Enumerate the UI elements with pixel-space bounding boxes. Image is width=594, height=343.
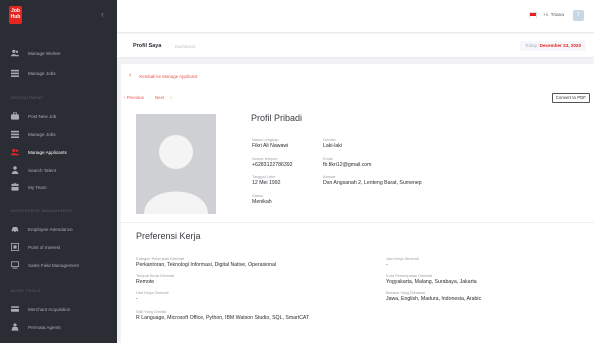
profile-photo [136, 114, 216, 214]
field-value-alamat: Dsn Angsanah 2, Lenteng Barat, Sumenep [323, 180, 422, 186]
field-value-kota: Yogyakarta, Malang, Surabaya, Jakarta [386, 279, 477, 285]
field-value-kategori: Perkantoran, Teknologi Informasi, Digita… [136, 262, 277, 268]
monitor-icon [10, 261, 19, 270]
map-pin-icon [10, 243, 19, 252]
profile-card: ‹ Kembali ke Manage Applicant ‹ Previous… [121, 64, 594, 343]
sidebar-item-point-of-interest[interactable]: Point of Interest [0, 241, 117, 253]
field-label: Alamat [323, 174, 336, 179]
field-label: Kategori Pekerjaan Diminati [136, 256, 185, 261]
avatar-placeholder-icon [136, 114, 216, 214]
field-value-nama: Fikri Ali Nawawi [252, 143, 289, 149]
next-button[interactable]: Next › [155, 95, 172, 100]
field-label: Jam Kerja Diminati [386, 256, 419, 261]
field-value-telepon: +6283122786392 [252, 162, 293, 168]
language-flag-icon[interactable] [529, 12, 537, 19]
date-value: December 23, 2020 [539, 43, 581, 48]
field-value-skill: R Language, Microsoft Office, Python, IB… [136, 315, 310, 321]
chevron-left-icon: ‹ [129, 72, 132, 79]
card-icon [10, 305, 19, 314]
field-value-gender: Laki-laki [323, 143, 343, 149]
sidebar-item-manage-jobs[interactable]: Manage Jobs [0, 67, 117, 79]
sub-header: Profil Saya Dashboard Today: December 23… [117, 34, 594, 58]
user-name: Triana [550, 13, 564, 18]
field-value-email: fb.fikri12@gmail.com [323, 162, 372, 168]
sidebar-section-more-tools: MORE TOOLS [11, 288, 41, 293]
field-value-jam: - [386, 262, 388, 268]
agent-icon [10, 323, 19, 332]
sidebar-item-post-new-job[interactable]: Post New Job [0, 110, 117, 122]
page-title: Profil Saya [133, 43, 162, 49]
sidebar-item-manage-jobs-2[interactable]: Manage Jobs [0, 128, 117, 140]
sidebar-item-label: Manage Worker [28, 50, 61, 56]
sidebar-item-label: Manage Applicants [28, 149, 67, 155]
team-icon [10, 183, 19, 192]
field-value-hari: - [136, 296, 138, 302]
pager: ‹ Previous Next › [124, 95, 177, 100]
field-label: Status [252, 193, 264, 198]
sidebar-item-label: Point of Interest [28, 244, 61, 250]
section-title-profil: Profil Pribadi [251, 113, 303, 123]
list-icon [10, 130, 19, 139]
sidebar-item-sales-field-management[interactable]: Sales Field Management [0, 259, 117, 271]
field-label: Kota Penempatan Diminati [386, 273, 433, 278]
field-value-bahasa: Jawa, English, Madura, Indonesia, Arabic [386, 296, 482, 302]
collapse-sidebar-icon[interactable]: ‹ [101, 10, 104, 19]
field-value-status: Menikah [252, 199, 272, 205]
sidebar-section-recruitment: RECRUITMENT [11, 95, 44, 100]
field-label: Gender [323, 137, 336, 142]
convert-to-pdf-button[interactable]: Convert to PDF [551, 93, 590, 103]
back-label: Kembali ke Manage Applicant [139, 73, 198, 79]
greeting-text: Hi, [543, 13, 551, 18]
field-label: Tempat Kerja Diminati [136, 273, 175, 278]
today-date: Today: December 23, 2020 [519, 41, 586, 51]
sidebar-item-label: Post New Job [28, 113, 57, 119]
sidebar-item-label: Search Talent [28, 167, 57, 173]
sidebar-item-label: Employee Attendance [28, 226, 73, 232]
sidebar-item-employee-attendance[interactable]: Employee Attendance [0, 223, 117, 235]
person-search-icon [10, 166, 19, 175]
sidebar-section-workforce: WORKFORCE MANAGEMENT [11, 208, 74, 213]
sidebar-item-my-team[interactable]: My Team [0, 181, 117, 193]
users-icon [10, 148, 19, 157]
divider [121, 222, 594, 223]
sidebar: Job Hub ‹ Manage Worker Manage Jobs RECRU… [0, 0, 117, 343]
field-label: Bahasa Yang Dikuasai [386, 290, 426, 295]
sidebar-item-search-talent[interactable]: Search Talent [0, 164, 117, 176]
sidebar-item-manage-applicants[interactable]: Manage Applicants [0, 146, 117, 158]
car-icon [10, 225, 19, 234]
app-logo[interactable]: Job Hub [9, 6, 22, 24]
field-value-tanggal-lahir: 12 Mei 1992 [252, 180, 281, 186]
sidebar-item-permata-agents[interactable]: Permata Agents [0, 321, 117, 333]
field-label: Skill Yang Dimiliki [136, 309, 167, 314]
top-header: Hi, Triana T [117, 0, 594, 33]
sidebar-item-label: Merchant Acquisition [28, 306, 71, 312]
next-label: Next [155, 95, 165, 100]
section-title-preferensi: Preferensi Kerja [136, 231, 201, 241]
field-label: Hari Kerja Diminati [136, 290, 169, 295]
avatar[interactable]: T [573, 10, 584, 21]
sidebar-item-manage-worker[interactable]: Manage Worker [0, 47, 117, 59]
date-label: Today: [524, 43, 540, 48]
sidebar-item-label: Manage Jobs [28, 131, 56, 137]
field-label: Email [323, 156, 333, 161]
field-label: Nama Lengkap [252, 137, 279, 142]
sidebar-item-label: Manage Jobs [28, 70, 56, 76]
sidebar-item-label: My Team [28, 184, 47, 190]
briefcase-icon [10, 112, 19, 121]
previous-button[interactable]: ‹ Previous [124, 95, 149, 100]
previous-label: Previous [126, 95, 144, 100]
field-label: Nomor telepon [252, 156, 278, 161]
users-icon [10, 49, 19, 58]
field-value-tempat: Remote [136, 279, 155, 285]
back-link[interactable]: ‹ Kembali ke Manage Applicant [129, 72, 198, 79]
breadcrumb[interactable]: Dashboard [175, 44, 196, 49]
list-icon [10, 69, 19, 78]
sidebar-item-label: Permata Agents [28, 324, 61, 330]
user-greeting[interactable]: Hi, Triana [543, 13, 564, 18]
sidebar-item-label: Sales Field Management [28, 262, 79, 268]
sidebar-item-merchant-acquisition[interactable]: Merchant Acquisition [0, 303, 117, 315]
field-label: Tanggal Lahir [252, 174, 276, 179]
